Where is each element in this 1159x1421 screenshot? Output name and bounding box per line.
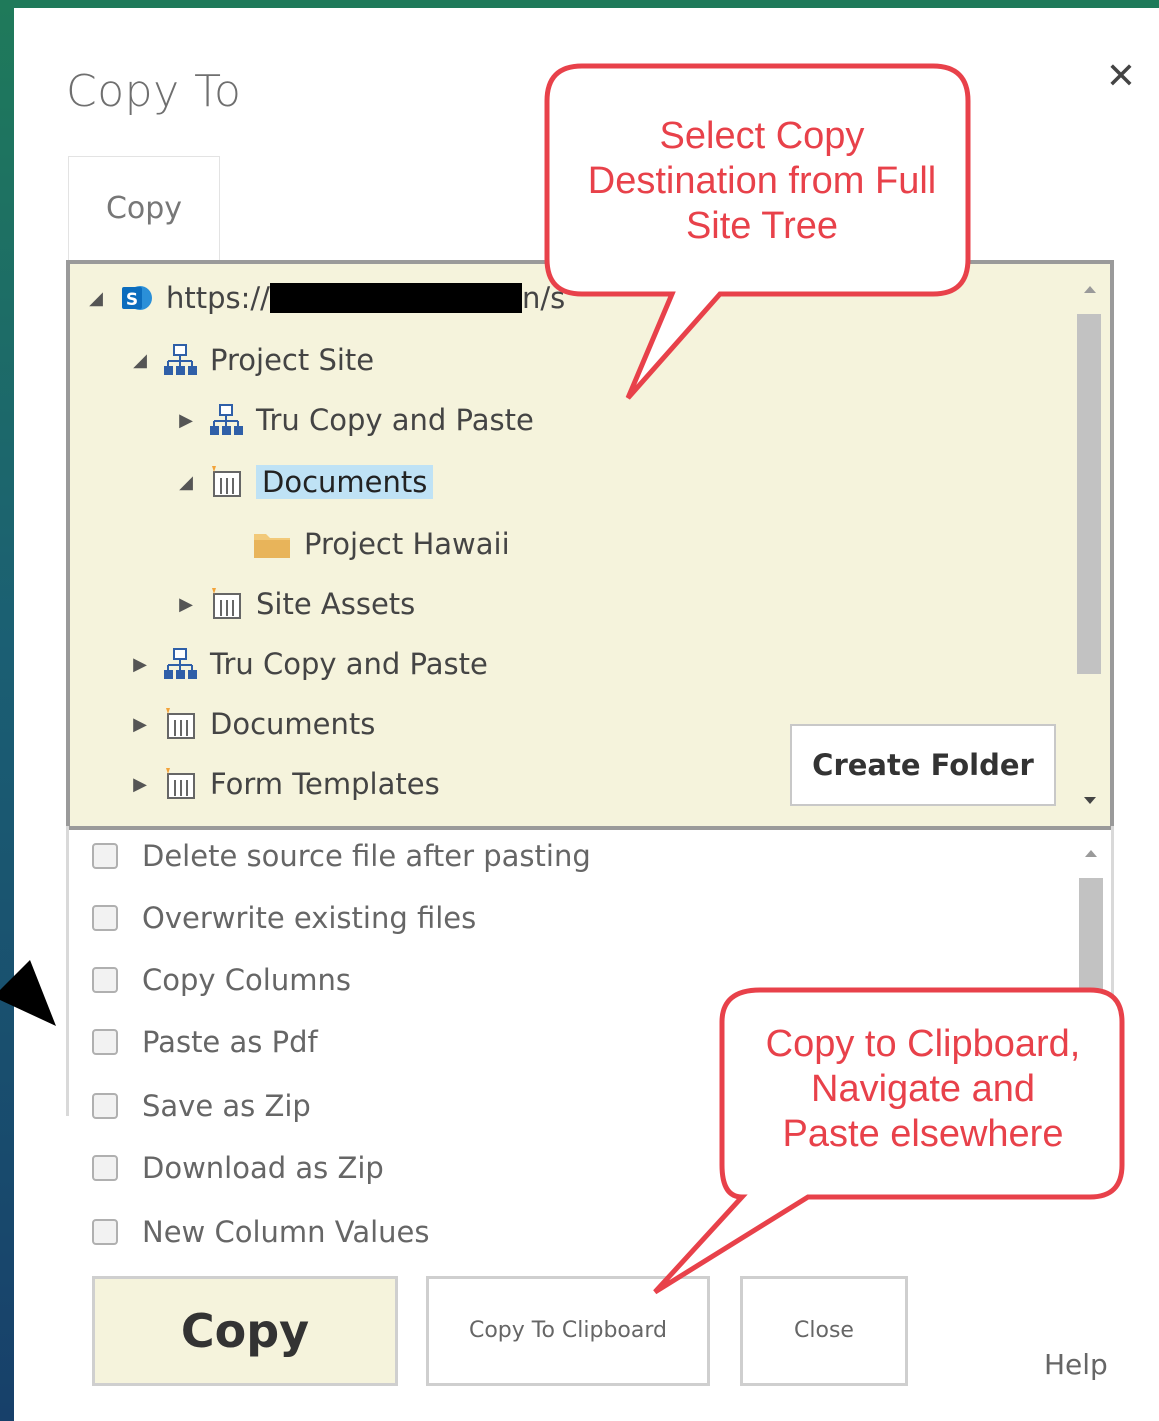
callout-line: Navigate and bbox=[811, 1068, 1035, 1110]
callout-line: Select Copy bbox=[659, 115, 865, 157]
callout-line: Destination from Full bbox=[587, 160, 937, 202]
callout-line: Site Tree bbox=[685, 205, 839, 247]
callout-line: Copy to Clipboard, bbox=[765, 1023, 1081, 1065]
callout-tree-text: Select Copy Destination from Full Site T… bbox=[548, 114, 976, 249]
callout-clipboard-text: Copy to Clipboard, Navigate and Paste el… bbox=[730, 1022, 1116, 1157]
callout-line: Paste elsewhere bbox=[782, 1113, 1064, 1155]
pointer-arrow-icon bbox=[0, 960, 56, 1026]
